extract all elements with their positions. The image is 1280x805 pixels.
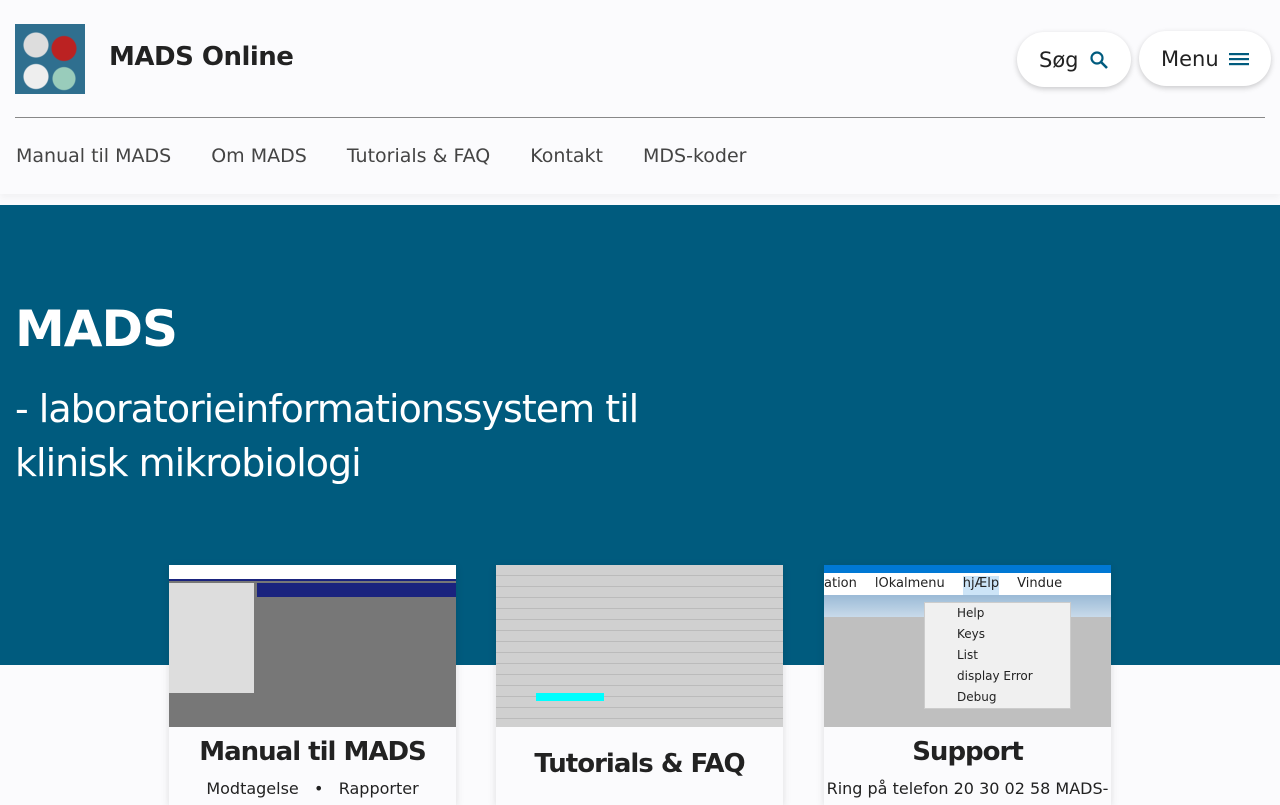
shot-item: Debug <box>957 690 997 704</box>
shot-item: Help <box>957 606 985 620</box>
manual-screenshot-image <box>169 565 456 727</box>
card-links: Modtagelse • Rapporter <box>206 779 419 798</box>
link-modtagelse[interactable]: Modtagelse <box>206 779 298 798</box>
site-logo[interactable] <box>15 24 85 94</box>
card-title: Tutorials & FAQ <box>534 749 745 779</box>
search-icon <box>1089 50 1108 69</box>
nav-manual[interactable]: Manual til MADS <box>16 145 171 167</box>
card-title: Manual til MADS <box>199 737 427 767</box>
card-title: Support <box>912 737 1024 767</box>
hero-title: MADS <box>15 300 178 358</box>
shot-menu: Vindue <box>1017 576 1063 591</box>
menu-button[interactable]: Menu <box>1139 31 1271 86</box>
shot-menu: hjÆlp <box>962 576 1000 595</box>
support-screenshot-image: ation lOkalmenu hjÆlp Vindue Help Keys L… <box>824 565 1111 727</box>
shot-item: List <box>957 648 978 662</box>
site-header: MADS Online Søg Menu <box>0 0 1280 118</box>
link-rapporter[interactable]: Rapporter <box>339 779 419 798</box>
nav-kontakt[interactable]: Kontakt <box>530 145 603 167</box>
card-tutorials[interactable]: Tutorials & FAQ <box>496 565 783 805</box>
tutorials-screenshot-image <box>496 565 783 727</box>
nav-mds-koder[interactable]: MDS-koder <box>643 145 746 167</box>
main-nav: Manual til MADS Om MADS Tutorials & FAQ … <box>0 118 1280 194</box>
search-label: Søg <box>1039 47 1079 72</box>
card-support[interactable]: ation lOkalmenu hjÆlp Vindue Help Keys L… <box>824 565 1111 805</box>
nav-tutorials[interactable]: Tutorials & FAQ <box>347 145 490 167</box>
menu-label: Menu <box>1161 46 1219 71</box>
hero-subtitle: - laboratorieinformationssystem til klin… <box>15 387 639 485</box>
divider <box>15 117 1265 118</box>
shot-menu: ation <box>824 576 857 591</box>
shot-item: Keys <box>957 627 986 641</box>
card-manual[interactable]: Manual til MADS Modtagelse • Rapporter <box>169 565 456 805</box>
search-button[interactable]: Søg <box>1017 32 1131 87</box>
shot-item: display Error <box>957 669 1033 683</box>
shot-menu: lOkalmenu <box>874 576 945 591</box>
nav-om-mads[interactable]: Om MADS <box>211 145 307 167</box>
site-title[interactable]: MADS Online <box>109 42 294 72</box>
card-text: Ring på telefon 20 30 02 58 MADS- <box>826 779 1109 798</box>
hamburger-icon <box>1228 52 1249 65</box>
shot-dropdown: Help Keys List display Error Debug <box>924 602 1071 709</box>
